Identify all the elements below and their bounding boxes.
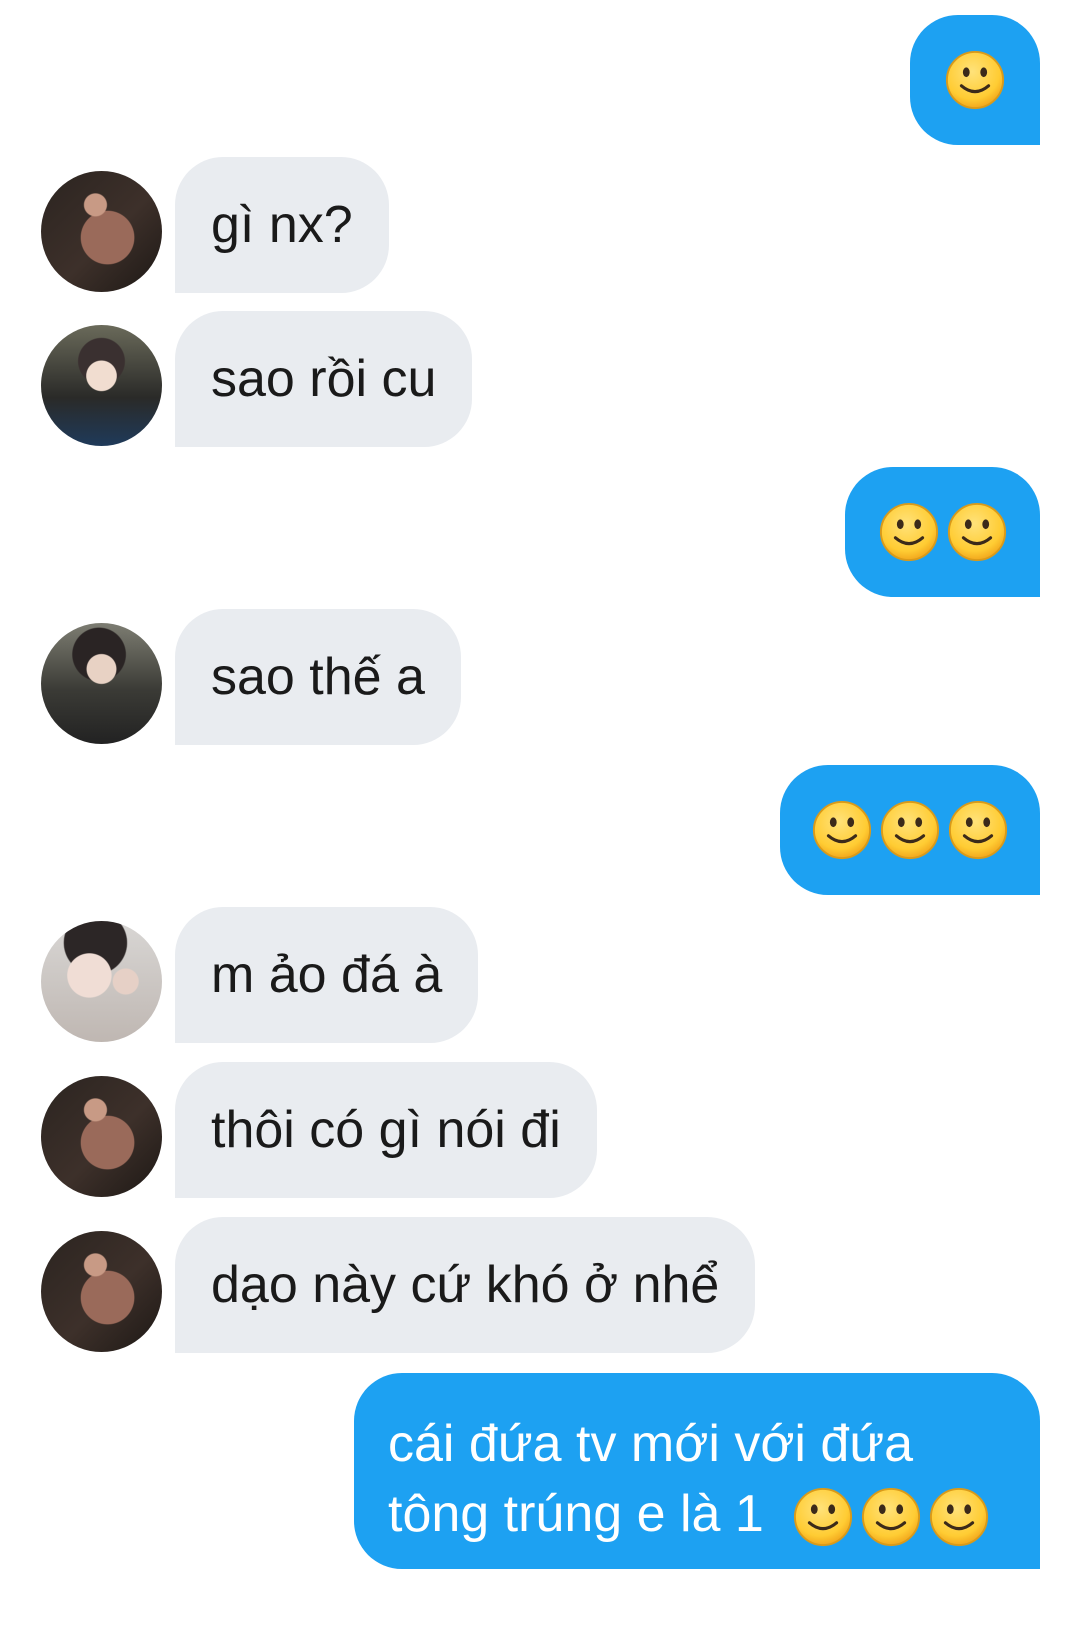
outgoing-message[interactable] bbox=[910, 15, 1040, 145]
message-text: m ảo đá à bbox=[211, 946, 443, 1004]
outgoing-message[interactable]: cái đứa tv mới với đứa tông trúng e là 1 bbox=[354, 1373, 1040, 1569]
incoming-message[interactable]: m ảo đá à bbox=[175, 907, 479, 1043]
avatar[interactable] bbox=[41, 1231, 162, 1352]
message-text: tông trúng e là 1 bbox=[388, 1485, 764, 1543]
message-text-line-1: cái đứa tv mới với đứa bbox=[388, 1415, 914, 1473]
slightly-smiling-face-icon bbox=[928, 1486, 990, 1548]
emoji-group bbox=[792, 1486, 990, 1548]
incoming-message[interactable]: sao thế a bbox=[175, 609, 461, 745]
slightly-smiling-face-icon bbox=[879, 799, 941, 861]
incoming-message[interactable]: thôi có gì nói đi bbox=[175, 1062, 597, 1198]
slightly-smiling-face-icon bbox=[946, 501, 1008, 563]
avatar[interactable] bbox=[41, 1076, 162, 1197]
emoji-group bbox=[944, 49, 1006, 111]
outgoing-message[interactable] bbox=[845, 467, 1040, 597]
incoming-message[interactable]: sao rồi cu bbox=[175, 311, 473, 447]
slightly-smiling-face-icon bbox=[947, 799, 1009, 861]
incoming-message[interactable]: dạo này cứ khó ở nhể bbox=[175, 1217, 756, 1353]
chat-thread: gì nx? sao rồi cu sao thế a m ảo đá à th… bbox=[0, 0, 1080, 1637]
slightly-smiling-face-icon bbox=[792, 1486, 854, 1548]
slightly-smiling-face-icon bbox=[944, 49, 1006, 111]
message-text: dạo này cứ khó ở nhể bbox=[211, 1256, 720, 1314]
message-text: sao rồi cu bbox=[211, 350, 437, 408]
outgoing-message[interactable] bbox=[780, 765, 1040, 895]
emoji-group bbox=[811, 799, 1009, 861]
slightly-smiling-face-icon bbox=[860, 1486, 922, 1548]
message-text: gì nx? bbox=[211, 196, 353, 254]
incoming-message[interactable]: gì nx? bbox=[175, 157, 389, 293]
slightly-smiling-face-icon bbox=[811, 799, 873, 861]
message-text-line-2: tông trúng e là 1 bbox=[388, 1479, 1006, 1549]
message-text: thôi có gì nói đi bbox=[211, 1101, 561, 1159]
avatar[interactable] bbox=[41, 921, 162, 1042]
slightly-smiling-face-icon bbox=[878, 501, 940, 563]
avatar[interactable] bbox=[41, 325, 162, 446]
emoji-group bbox=[878, 501, 1008, 563]
avatar[interactable] bbox=[41, 171, 162, 292]
message-text: sao thế a bbox=[211, 648, 425, 706]
avatar[interactable] bbox=[41, 623, 162, 744]
